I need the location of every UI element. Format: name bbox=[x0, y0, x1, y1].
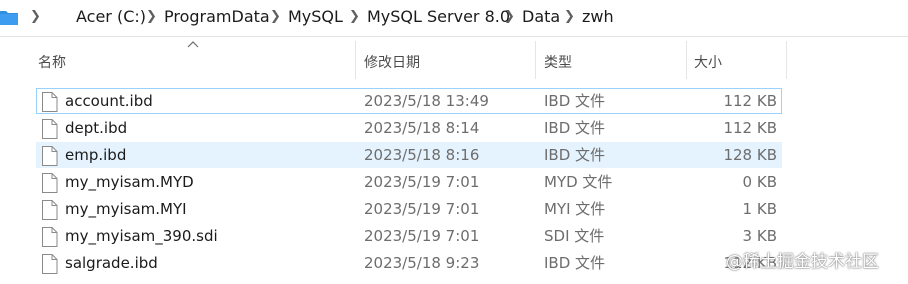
file-date: 2023/5/18 8:14 bbox=[364, 119, 480, 137]
file-row[interactable]: my_myisam.MYI 2023/5/19 7:01 MYI 文件 1 KB bbox=[36, 196, 782, 222]
chevron-right-icon[interactable]: ❯ bbox=[504, 8, 515, 26]
breadcrumb-item-programdata[interactable]: ProgramData bbox=[164, 7, 270, 27]
column-divider[interactable] bbox=[355, 41, 356, 79]
file-name: emp.ibd bbox=[65, 146, 127, 164]
file-row[interactable]: account.ibd 2023/5/18 13:49 IBD 文件 112 K… bbox=[36, 88, 782, 114]
file-type: IBD 文件 bbox=[544, 119, 606, 137]
chevron-right-icon[interactable]: ❯ bbox=[146, 8, 157, 26]
file-name: account.ibd bbox=[65, 92, 153, 110]
watermark: @稀土掘金技术社区 bbox=[726, 249, 906, 275]
file-icon bbox=[42, 254, 58, 274]
file-explorer-window: ❯ Acer (C:) ❯ ProgramData ❯ MySQL ❯ MySQ… bbox=[0, 0, 908, 284]
file-size: 112 KB bbox=[723, 119, 777, 137]
column-header-name[interactable]: 名称 bbox=[38, 37, 66, 79]
sort-ascending-icon[interactable] bbox=[187, 40, 199, 48]
file-size: 128 KB bbox=[723, 146, 777, 164]
file-type: IBD 文件 bbox=[544, 254, 606, 272]
file-date: 2023/5/18 8:16 bbox=[364, 146, 480, 164]
file-size: 112 KB bbox=[723, 92, 777, 110]
file-icon bbox=[42, 200, 58, 220]
breadcrumb-item-mysql[interactable]: MySQL bbox=[288, 7, 343, 27]
file-icon bbox=[42, 92, 58, 112]
breadcrumb-item-mysql-server[interactable]: MySQL Server 8.0 bbox=[367, 7, 510, 27]
file-type: IBD 文件 bbox=[544, 146, 606, 164]
chevron-right-icon[interactable]: ❯ bbox=[30, 8, 41, 26]
file-type: IBD 文件 bbox=[544, 92, 606, 110]
address-bar[interactable]: ❯ Acer (C:) ❯ ProgramData ❯ MySQL ❯ MySQ… bbox=[0, 0, 908, 37]
chevron-right-icon[interactable]: ❯ bbox=[270, 8, 281, 26]
column-header-type[interactable]: 类型 bbox=[544, 37, 572, 79]
watermark-text: @稀土掘金技术社区 bbox=[726, 252, 879, 272]
file-name: dept.ibd bbox=[65, 119, 128, 137]
file-icon bbox=[42, 173, 58, 193]
breadcrumb-item-data[interactable]: Data bbox=[522, 7, 560, 27]
column-header-date[interactable]: 修改日期 bbox=[364, 37, 420, 79]
file-name: salgrade.ibd bbox=[65, 254, 158, 272]
file-date: 2023/5/19 7:01 bbox=[364, 200, 480, 218]
column-header-bar: 名称 修改日期 类型 大小 bbox=[0, 37, 908, 79]
column-divider[interactable] bbox=[686, 41, 687, 79]
breadcrumb-item-current-folder[interactable]: zwh bbox=[582, 7, 614, 27]
folder-icon bbox=[0, 11, 18, 25]
column-divider[interactable] bbox=[786, 41, 787, 79]
file-date: 2023/5/19 7:01 bbox=[364, 227, 480, 245]
file-row[interactable]: salgrade.ibd 2023/5/18 9:23 IBD 文件 112 K… bbox=[36, 250, 782, 276]
file-date: 2023/5/18 13:49 bbox=[364, 92, 489, 110]
file-size: 1 KB bbox=[742, 200, 777, 218]
file-row[interactable]: dept.ibd 2023/5/18 8:14 IBD 文件 112 KB bbox=[36, 115, 782, 141]
file-name: my_myisam_390.sdi bbox=[65, 227, 218, 245]
chevron-right-icon[interactable]: ❯ bbox=[349, 8, 360, 26]
file-date: 2023/5/18 9:23 bbox=[364, 254, 480, 272]
file-type: SDI 文件 bbox=[544, 227, 605, 245]
file-row[interactable]: my_myisam_390.sdi 2023/5/19 7:01 SDI 文件 … bbox=[36, 223, 782, 249]
file-icon bbox=[42, 227, 58, 247]
column-header-size[interactable]: 大小 bbox=[694, 37, 722, 79]
file-icon bbox=[42, 119, 58, 139]
chevron-right-icon[interactable]: ❯ bbox=[564, 8, 575, 26]
file-row[interactable]: my_myisam.MYD 2023/5/19 7:01 MYD 文件 0 KB bbox=[36, 169, 782, 195]
file-icon bbox=[42, 146, 58, 166]
column-divider[interactable] bbox=[535, 41, 536, 79]
file-row[interactable]: emp.ibd 2023/5/18 8:16 IBD 文件 128 KB bbox=[36, 142, 782, 168]
file-name: my_myisam.MYD bbox=[65, 173, 194, 191]
file-type: MYD 文件 bbox=[544, 173, 613, 191]
file-name: my_myisam.MYI bbox=[65, 200, 187, 218]
file-date: 2023/5/19 7:01 bbox=[364, 173, 480, 191]
file-size: 0 KB bbox=[742, 173, 777, 191]
file-type: MYI 文件 bbox=[544, 200, 606, 218]
file-size: 3 KB bbox=[742, 227, 777, 245]
breadcrumb-item-drive[interactable]: Acer (C:) bbox=[76, 7, 146, 27]
